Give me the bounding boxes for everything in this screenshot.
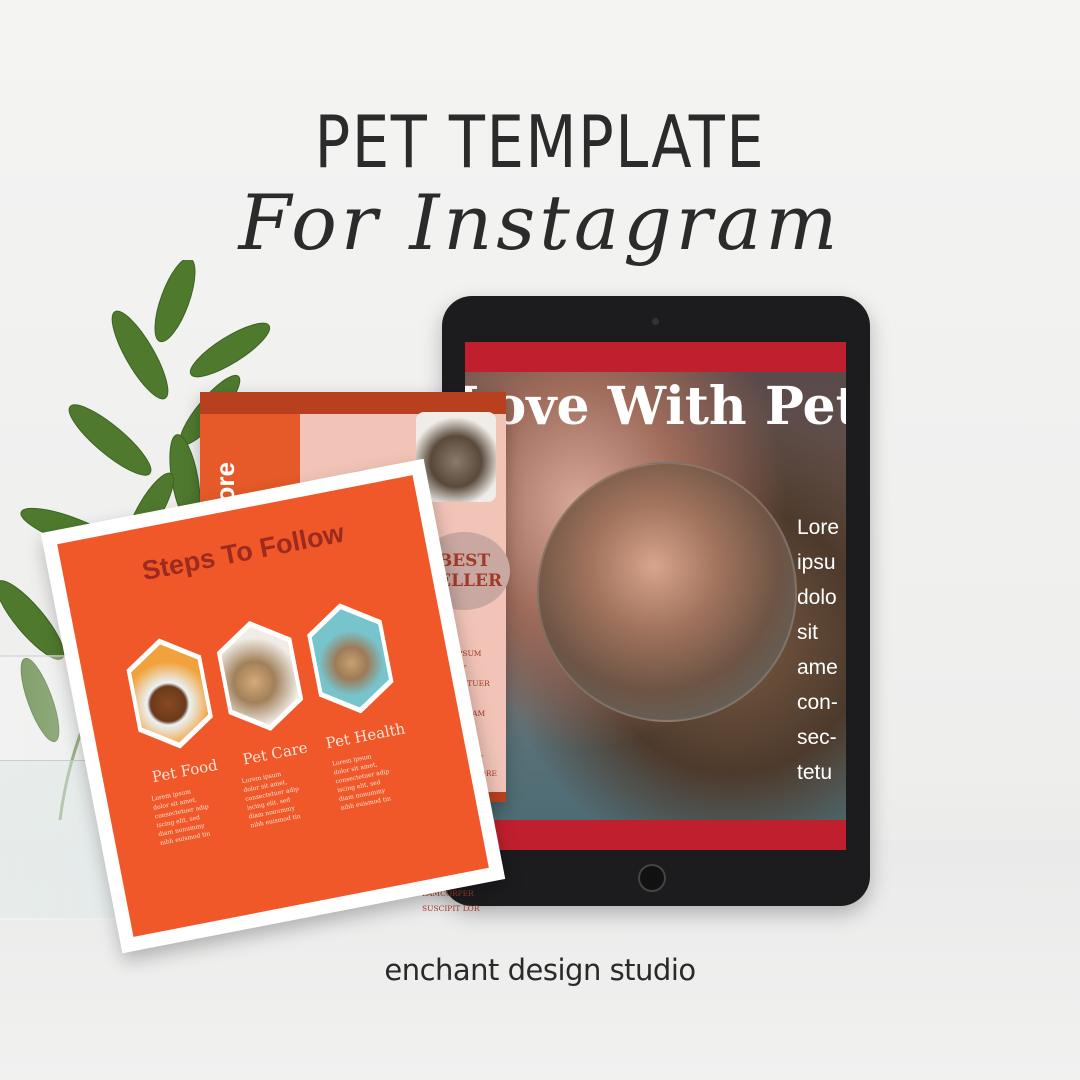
screen-headline: Love With Pet: [465, 376, 846, 437]
circle-photo-frame: [537, 462, 797, 722]
steps-to-follow-card: Steps To Follow Pet Food Pet Care Pet He…: [40, 458, 506, 954]
step-description: Lorem ipsum dolor sit amet, consectetuer…: [241, 770, 302, 830]
step-description: Lorem ipsum dolor sit amet, consectetuer…: [331, 753, 392, 812]
tablet-screen: Love With Pet Lore ipsu dolo sit ame con…: [465, 342, 846, 850]
page-title: PET TEMPLATE: [314, 100, 766, 184]
page-subtitle: For Instagram: [238, 178, 842, 267]
pet-food-image: [127, 638, 213, 749]
card-top-bar: [200, 392, 506, 414]
step-description: Lorem ipsum dolor sit amet, consectetuer…: [150, 788, 211, 847]
card-title: Steps To Follow: [139, 517, 347, 587]
studio-credit: enchant design studio: [384, 953, 696, 987]
home-button[interactable]: [638, 864, 666, 892]
pet-health-image: [307, 603, 393, 714]
camera-icon: [652, 318, 659, 325]
card-inner: Steps To Follow Pet Food Pet Care Pet He…: [57, 475, 489, 937]
tablet-device: Love With Pet Lore ipsu dolo sit ame con…: [442, 296, 870, 906]
pet-care-hexagon: [212, 614, 308, 738]
pet-health-hexagon: [302, 596, 398, 720]
screen-body-text: Lore ipsu dolo sit ame con- sec- tetu: [797, 516, 840, 784]
pet-food-hexagon: [122, 631, 218, 755]
pet-care-image: [217, 620, 303, 731]
